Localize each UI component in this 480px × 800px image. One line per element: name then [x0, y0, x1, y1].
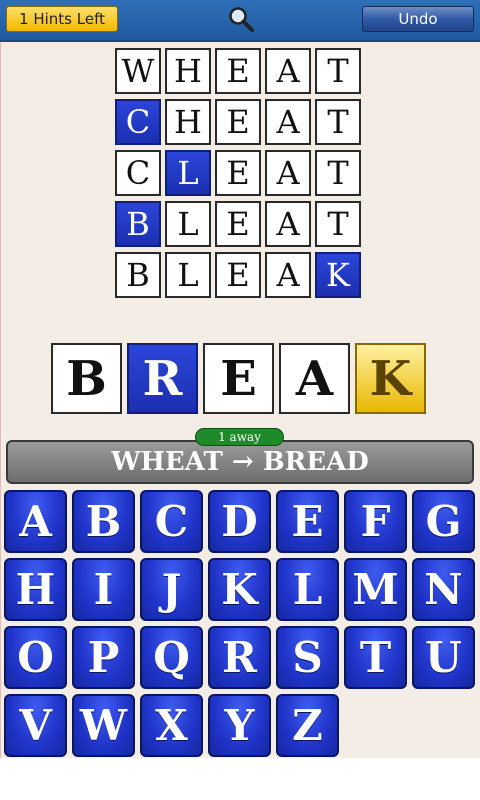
ladder-tile: A	[265, 150, 311, 196]
letter-key-n[interactable]: N	[412, 558, 475, 621]
letter-key-m[interactable]: M	[344, 558, 407, 621]
ladder-tile: H	[165, 48, 211, 94]
letter-key-r[interactable]: R	[208, 626, 271, 689]
ladder-tile: W	[115, 48, 161, 94]
letter-key-q[interactable]: Q	[140, 626, 203, 689]
ladder-tile: A	[265, 201, 311, 247]
letter-key-w[interactable]: W	[72, 694, 135, 757]
current-word-tile[interactable]: A	[279, 343, 350, 414]
letter-key-e[interactable]: E	[276, 490, 339, 553]
letter-key-c[interactable]: C	[140, 490, 203, 553]
letter-key-l[interactable]: L	[276, 558, 339, 621]
letter-key-f[interactable]: F	[344, 490, 407, 553]
letter-key-s[interactable]: S	[276, 626, 339, 689]
ladder-row: CHEAT	[115, 99, 365, 145]
letter-key-h[interactable]: H	[4, 558, 67, 621]
letter-key-p[interactable]: P	[72, 626, 135, 689]
letter-key-x[interactable]: X	[140, 694, 203, 757]
ladder-tile: A	[265, 252, 311, 298]
ladder-tile: E	[215, 48, 261, 94]
ladder-tile: L	[165, 252, 211, 298]
distance-badge: 1 away	[195, 428, 284, 446]
ladder-row: BLEAT	[115, 201, 365, 247]
ladder-tile: E	[215, 252, 261, 298]
current-word-tile[interactable]: R	[127, 343, 198, 414]
letter-key-d[interactable]: D	[208, 490, 271, 553]
letter-key-z[interactable]: Z	[276, 694, 339, 757]
ladder-tile: T	[315, 201, 361, 247]
top-toolbar: 1 Hints Left Undo	[0, 0, 480, 42]
letter-key-t[interactable]: T	[344, 626, 407, 689]
ladder-tile: E	[215, 99, 261, 145]
hints-button[interactable]: 1 Hints Left	[6, 6, 118, 32]
ladder-tile: C	[115, 99, 161, 145]
ladder-row: BLEAK	[115, 252, 365, 298]
ladder-tile: B	[115, 201, 161, 247]
ladder-tile: K	[315, 252, 361, 298]
letter-key-v[interactable]: V	[4, 694, 67, 757]
ladder-tile: T	[315, 48, 361, 94]
ladder-tile: L	[165, 201, 211, 247]
letter-key-g[interactable]: G	[412, 490, 475, 553]
current-word-row: BREAK	[51, 343, 431, 414]
search-icon[interactable]	[226, 4, 256, 34]
undo-button[interactable]: Undo	[362, 6, 474, 32]
ladder-tile: B	[115, 252, 161, 298]
current-word-tile[interactable]: E	[203, 343, 274, 414]
current-word-tile[interactable]: K	[355, 343, 426, 414]
current-word-tile[interactable]: B	[51, 343, 122, 414]
letter-key-u[interactable]: U	[412, 626, 475, 689]
letter-key-o[interactable]: O	[4, 626, 67, 689]
letter-key-i[interactable]: I	[72, 558, 135, 621]
letter-key-a[interactable]: A	[4, 490, 67, 553]
target-words-bar: WHEAT → BREAD	[6, 440, 474, 484]
ladder-tile: L	[165, 150, 211, 196]
ladder-tile: C	[115, 150, 161, 196]
letter-key-y[interactable]: Y	[208, 694, 271, 757]
letter-key-b[interactable]: B	[72, 490, 135, 553]
ladder-tile: E	[215, 201, 261, 247]
ladder-tile: A	[265, 48, 311, 94]
ladder-tile: H	[165, 99, 211, 145]
ladder-tile: E	[215, 150, 261, 196]
ladder-tile: T	[315, 150, 361, 196]
letter-key-j[interactable]: J	[140, 558, 203, 621]
letter-key-k[interactable]: K	[208, 558, 271, 621]
ladder-tile: A	[265, 99, 311, 145]
ladder-tile: T	[315, 99, 361, 145]
ladder-row: WHEAT	[115, 48, 365, 94]
ladder-row: CLEAT	[115, 150, 365, 196]
